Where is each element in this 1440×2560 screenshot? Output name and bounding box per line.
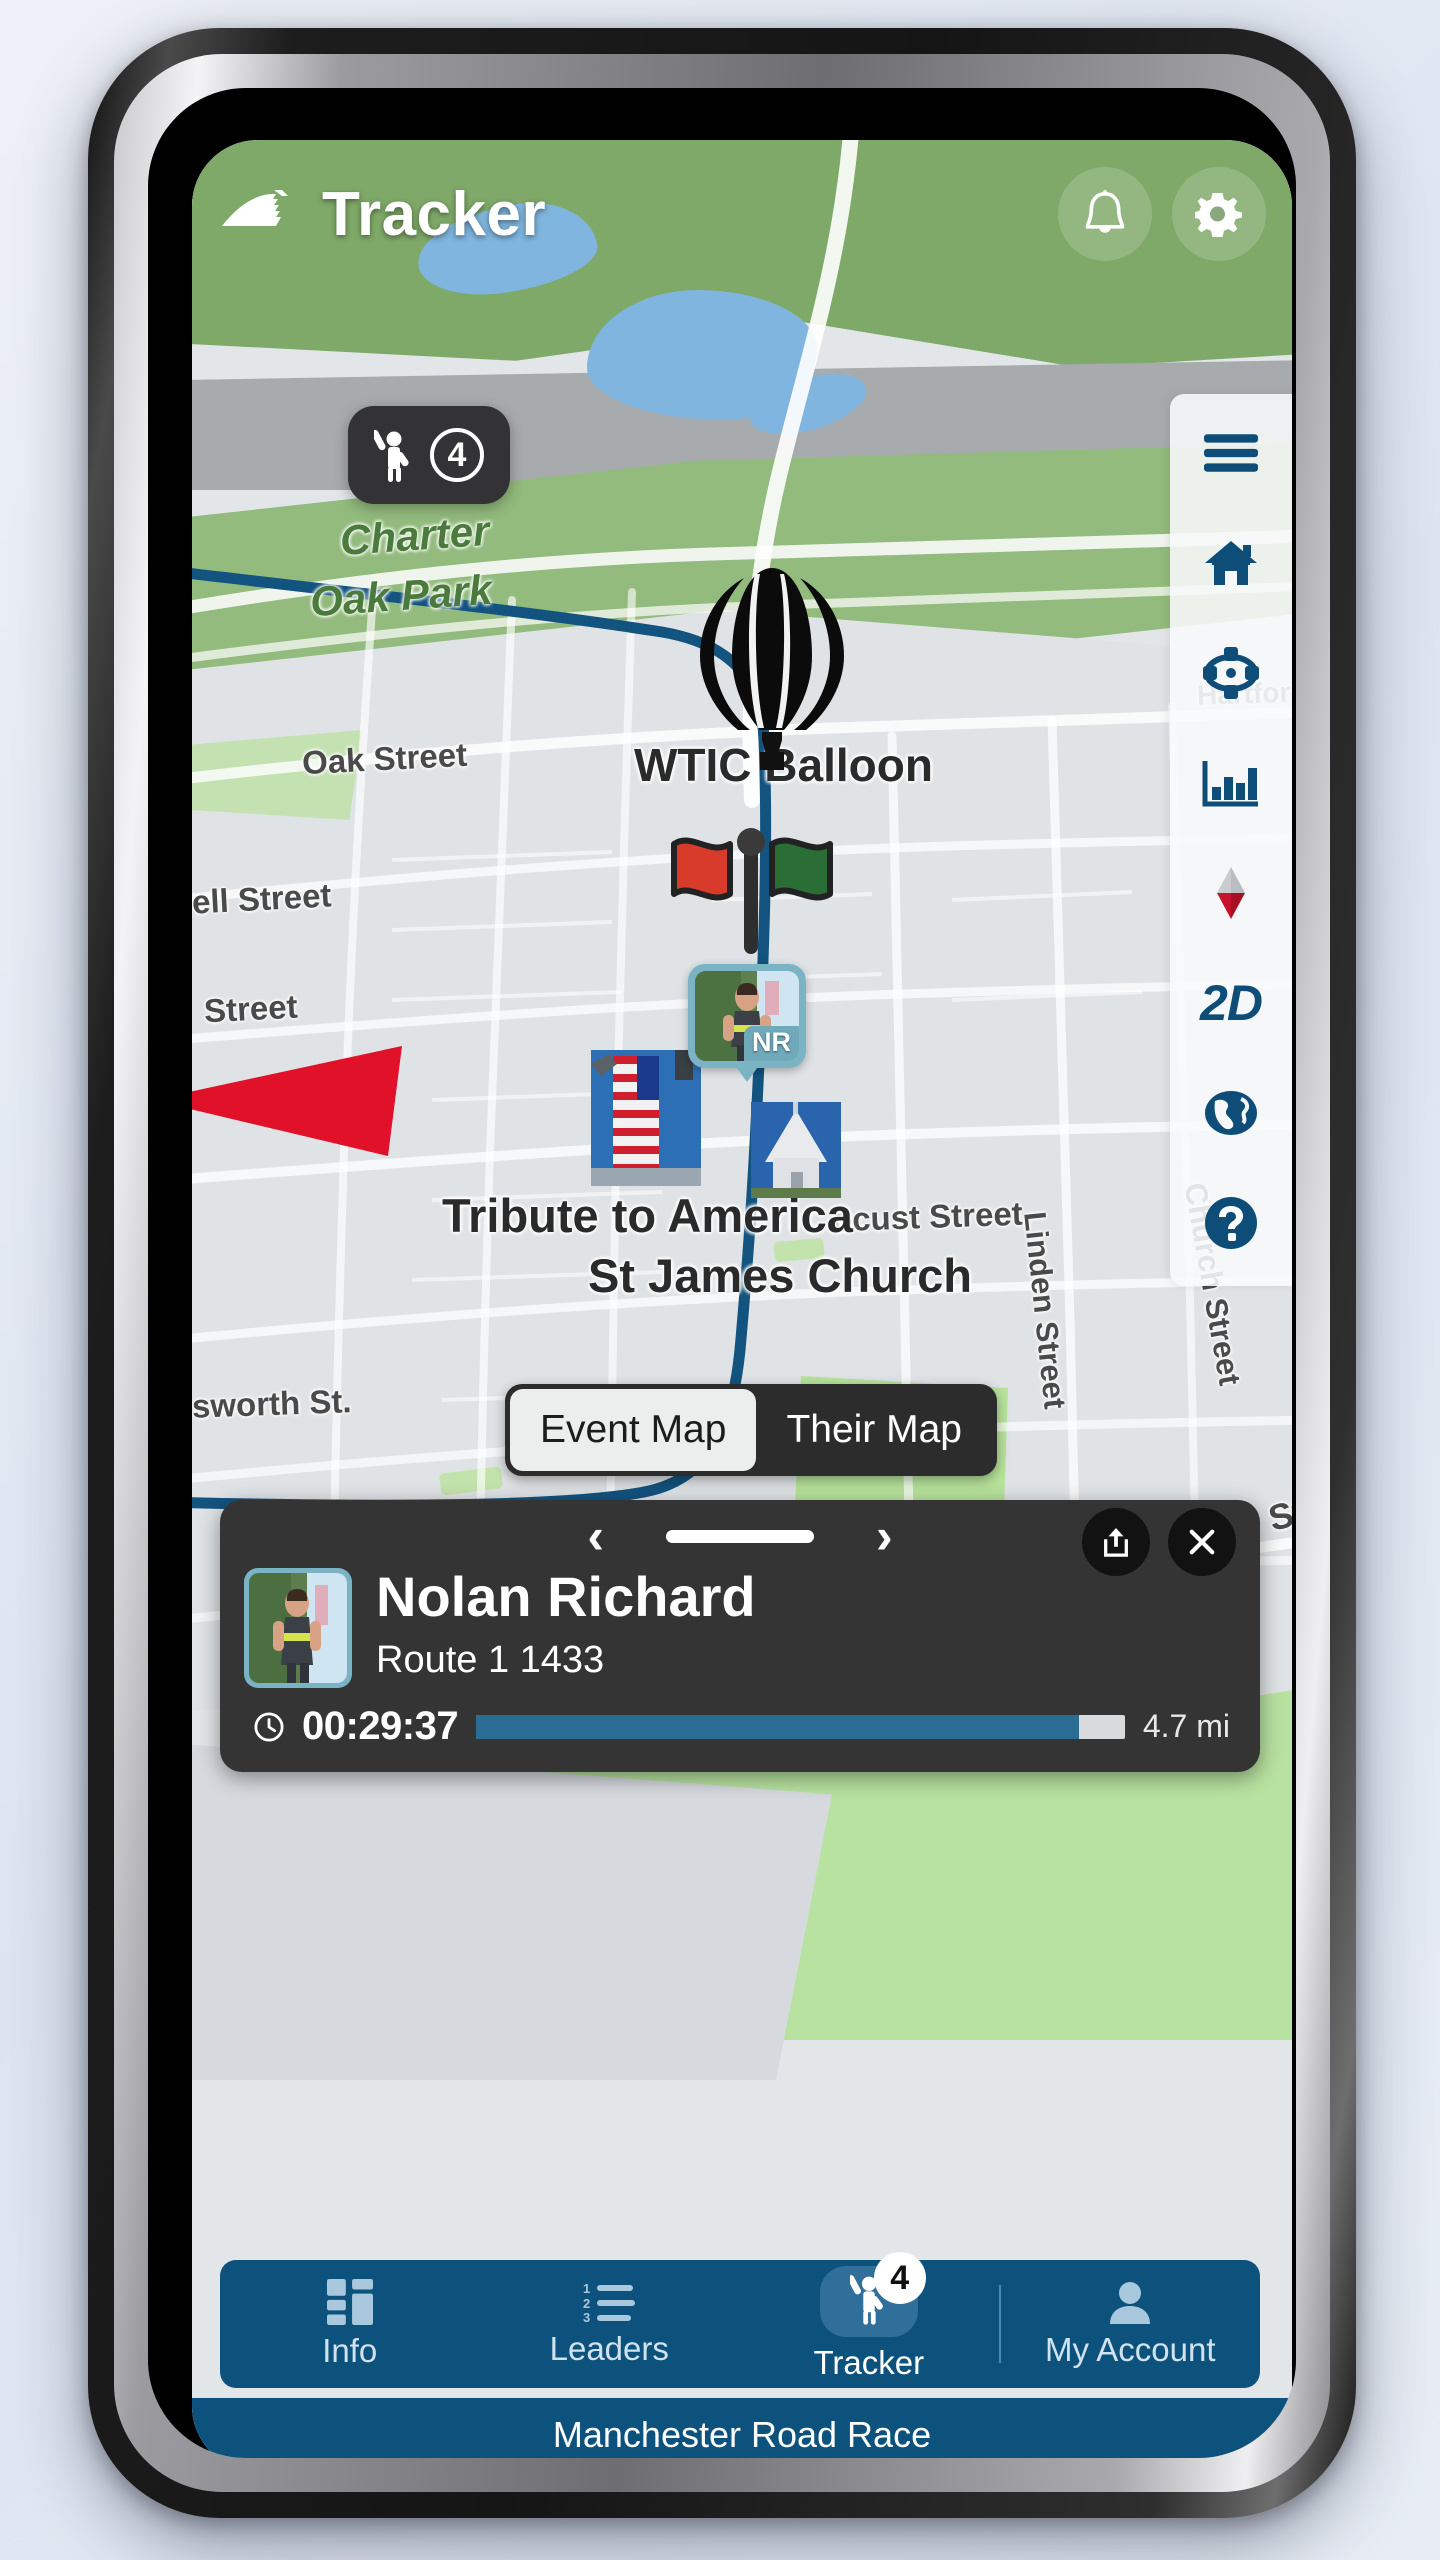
app-brand: Tracker <box>218 179 1038 250</box>
poi-label-church: St James Church <box>588 1249 972 1302</box>
phone-inner-frame: Charter Oak Park Oak Street ell Street S… <box>148 88 1296 2458</box>
nav-item-leaders[interactable]: 123 Leaders <box>480 2281 740 2368</box>
flag-logo-icon <box>218 186 304 242</box>
tribute-to-america-photo-marker[interactable] <box>591 1050 701 1186</box>
map-label-street: ocust Street <box>831 1194 1024 1239</box>
progress-bar-fill <box>476 1714 1080 1739</box>
help-icon[interactable] <box>1194 1186 1268 1260</box>
phone-screen: Charter Oak Park Oak Street ell Street S… <box>192 140 1292 2458</box>
ranking-icon: 123 <box>583 2281 636 2323</box>
start-finish-flags-marker[interactable] <box>660 828 842 958</box>
athlete-route-bib: Route 1 1433 <box>376 1638 605 1681</box>
nav-item-my-account[interactable]: My Account <box>1001 2280 1261 2369</box>
card-nav-row: ‹ › <box>220 1500 1260 1576</box>
phone-device-frame: Charter Oak Park Oak Street ell Street S… <box>88 28 1356 2518</box>
church-photo-icon <box>751 1102 841 1198</box>
2d-toggle[interactable]: 2D <box>1194 966 1268 1040</box>
gear-icon <box>1195 193 1242 237</box>
hot-air-balloon-marker[interactable] <box>692 564 852 774</box>
toggle-their-map[interactable]: Their Map <box>756 1389 992 1471</box>
map-view-toggle: Event Map Their Map <box>505 1384 997 1476</box>
map-label-street: sworth St. <box>192 1382 353 1425</box>
chevron-left-icon[interactable]: ‹ <box>587 1511 604 1561</box>
marker-tail <box>734 1064 760 1082</box>
chart-icon[interactable] <box>1194 746 1268 820</box>
phone-bezel: Charter Oak Park Oak Street ell Street S… <box>114 54 1330 2492</box>
nav-active-pill: 4 <box>819 2252 926 2337</box>
bottom-navigation: Info 123 Leaders 4 Tracker My Account <box>220 2252 1261 2388</box>
athlete-avatar[interactable] <box>244 1568 352 1688</box>
screenshot-root: Charter Oak Park Oak Street ell Street S… <box>0 0 1440 2560</box>
home-icon[interactable] <box>1194 526 1268 600</box>
nav-label-my-account: My Account <box>1044 2330 1216 2368</box>
globe-icon[interactable] <box>1194 1076 1268 1150</box>
event-name: Manchester Road Race <box>552 2414 932 2455</box>
svg-text:2: 2 <box>583 2296 590 2311</box>
share-button[interactable] <box>1082 1508 1150 1576</box>
athlete-name: Nolan Richard <box>376 1565 756 1628</box>
clock-icon <box>254 1711 284 1742</box>
distance-value: 4.7 mi <box>1142 1708 1230 1744</box>
nav-item-info[interactable]: Info <box>220 2278 480 2370</box>
nav-item-tracker[interactable]: 4 Tracker <box>739 2252 999 2382</box>
app-header: Tracker <box>192 140 1292 288</box>
athlete-detail-card: ‹ › Nolan Richard Route 1 1433 00:29:37 … <box>220 1500 1260 1772</box>
app-title: Tracker <box>322 179 547 249</box>
hot-air-balloon-icon <box>700 568 844 770</box>
chevron-right-icon[interactable]: › <box>876 1511 893 1561</box>
st-james-church-photo-marker[interactable] <box>751 1102 841 1198</box>
bell-icon <box>1085 190 1125 233</box>
nav-label-leaders: Leaders <box>549 2329 669 2367</box>
person-icon <box>1110 2281 1151 2324</box>
menu-icon[interactable] <box>1194 416 1268 490</box>
drag-handle[interactable] <box>666 1529 814 1543</box>
recenter-icon[interactable] <box>1194 636 1268 710</box>
flag-photo-icon <box>591 1050 701 1186</box>
event-footer-bar[interactable]: Manchester Road Race <box>192 2398 1292 2458</box>
svg-text:1: 1 <box>583 2281 590 2296</box>
notifications-button[interactable] <box>1058 167 1152 261</box>
runner-photo: NR <box>695 971 799 1061</box>
athlete-waving-icon <box>374 429 409 482</box>
tracked-athlete-count-chip[interactable]: 4 <box>348 406 510 504</box>
athlete-count-badge: 4 <box>430 428 484 482</box>
progress-bar[interactable] <box>476 1714 1125 1739</box>
runner-initials-badge: NR <box>744 1026 799 1061</box>
tracked-runner-marker[interactable]: NR <box>688 964 806 1082</box>
toggle-event-map[interactable]: Event Map <box>510 1389 757 1471</box>
map-label-street: ell Street <box>192 876 333 921</box>
nav-label-tracker: Tracker <box>813 2344 925 2381</box>
map-label-street: Street <box>203 987 299 1030</box>
grid-icon <box>326 2278 373 2325</box>
nav-label-info: Info <box>322 2331 378 2369</box>
svg-text:3: 3 <box>583 2310 590 2323</box>
start-finish-flags-icon <box>671 828 833 954</box>
settings-button[interactable] <box>1172 167 1266 261</box>
close-button[interactable] <box>1168 1508 1236 1576</box>
compass-icon[interactable] <box>1194 856 1268 930</box>
card-body: Nolan Richard Route 1 1433 <box>220 1565 1260 1688</box>
athlete-text-block: Nolan Richard Route 1 1433 <box>376 1565 756 1688</box>
close-icon <box>1189 1529 1215 1555</box>
map-tools-sidebar: 2D <box>1170 394 1292 1286</box>
elapsed-time: 00:29:37 <box>302 1704 459 1748</box>
tracker-count-badge: 4 <box>873 2252 926 2304</box>
progress-row: 00:29:37 4.7 mi <box>220 1688 1260 1749</box>
share-icon <box>1104 1527 1128 1557</box>
